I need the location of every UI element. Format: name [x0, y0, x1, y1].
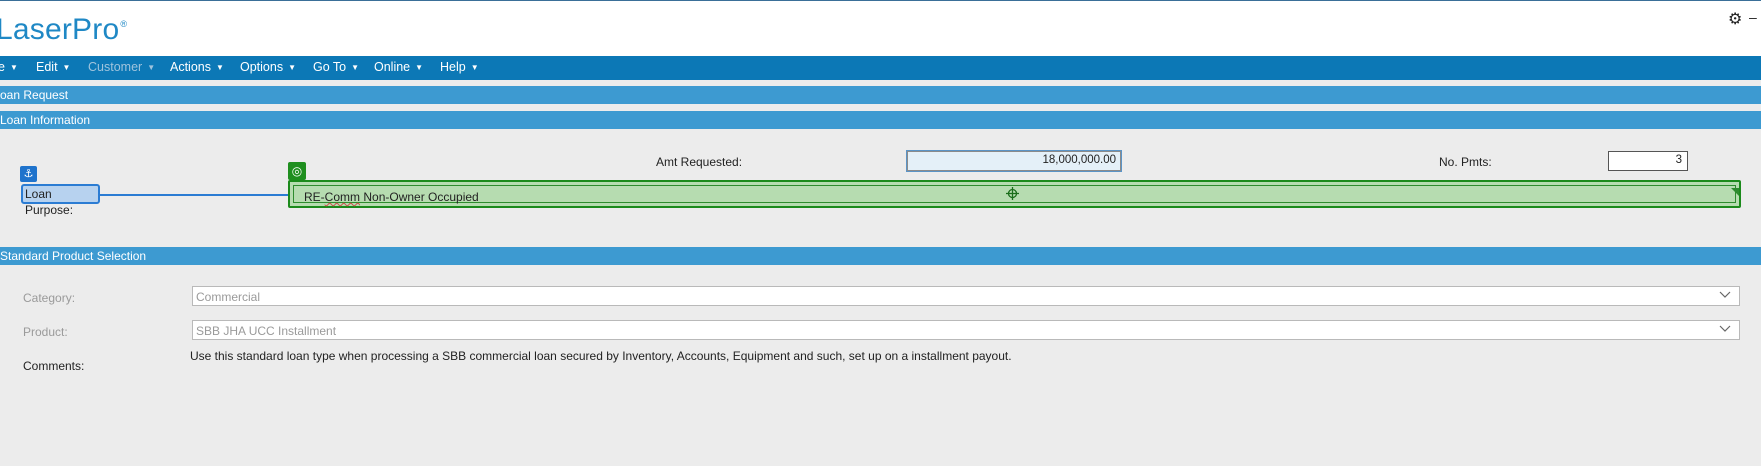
comments-label: Comments:: [23, 359, 85, 373]
menu-go-to[interactable]: Go To ▼: [313, 60, 359, 74]
main-menubar: e ▼ Edit ▼ Customer ▼ Actions ▼ Options ▼ Go …: [0, 56, 1761, 80]
chevron-down-icon: ▼: [288, 63, 297, 72]
chevron-down-icon: ▼: [351, 63, 360, 72]
section-standard-product[interactable]: Standard Product Selection: [0, 247, 1761, 265]
comments-value: Use this standard loan type when process…: [190, 349, 1012, 363]
link-connector: [100, 194, 290, 196]
chevron-down-icon: [1719, 291, 1731, 298]
product-select[interactable]: SBB JHA UCC Installment: [192, 320, 1740, 340]
no-pmts-label: No. Pmts:: [1439, 155, 1492, 169]
section-loan-request[interactable]: oan Request: [0, 86, 1761, 104]
product-value: SBB JHA UCC Installment: [196, 324, 337, 338]
section-loan-information[interactable]: Loan Information: [0, 111, 1761, 129]
menu-help[interactable]: Help ▼: [440, 60, 479, 74]
menu-file[interactable]: e ▼: [0, 60, 18, 74]
anchor-icon[interactable]: ⚓: [20, 166, 37, 182]
menu-actions[interactable]: Actions ▼: [170, 60, 224, 74]
amt-requested-label: Amt Requested:: [656, 155, 743, 169]
loan-purpose-value: RE-Comm Non-Owner Occupied: [304, 190, 479, 204]
category-value: Commercial: [196, 290, 261, 304]
chevron-down-icon: ▼: [62, 63, 71, 72]
product-label: Product:: [23, 325, 68, 339]
gear-icon[interactable]: ⚙: [1728, 9, 1742, 29]
category-select[interactable]: Commercial: [192, 286, 1740, 306]
app-header: LaserPro® ⚙ –: [0, 0, 1761, 56]
menu-edit[interactable]: Edit ▼: [36, 60, 70, 74]
minimize-icon[interactable]: –: [1749, 9, 1757, 25]
app-logo: LaserPro®: [0, 13, 128, 46]
crosshair-icon[interactable]: [1006, 187, 1019, 200]
no-pmts-input[interactable]: 3: [1608, 151, 1688, 171]
chevron-down-icon: ▼: [216, 63, 224, 72]
menu-options[interactable]: Options ▼: [240, 60, 296, 74]
target-icon[interactable]: ◎: [288, 162, 306, 180]
amt-requested-input[interactable]: 18,000,000.00: [906, 150, 1122, 172]
chevron-down-icon: ▼: [470, 63, 479, 72]
chevron-down-icon: ▼: [9, 63, 18, 72]
menu-online[interactable]: Online ▼: [374, 60, 423, 74]
chevron-down-icon: [1719, 325, 1731, 332]
category-label: Category:: [23, 291, 76, 305]
chevron-down-icon: ▼: [415, 63, 424, 72]
menu-customer[interactable]: Customer ▼: [88, 60, 155, 74]
chevron-down-icon: ▼: [147, 63, 156, 72]
resize-handle-icon[interactable]: [1731, 188, 1739, 196]
loan-purpose-label[interactable]: Loan Purpose:: [21, 184, 100, 217]
